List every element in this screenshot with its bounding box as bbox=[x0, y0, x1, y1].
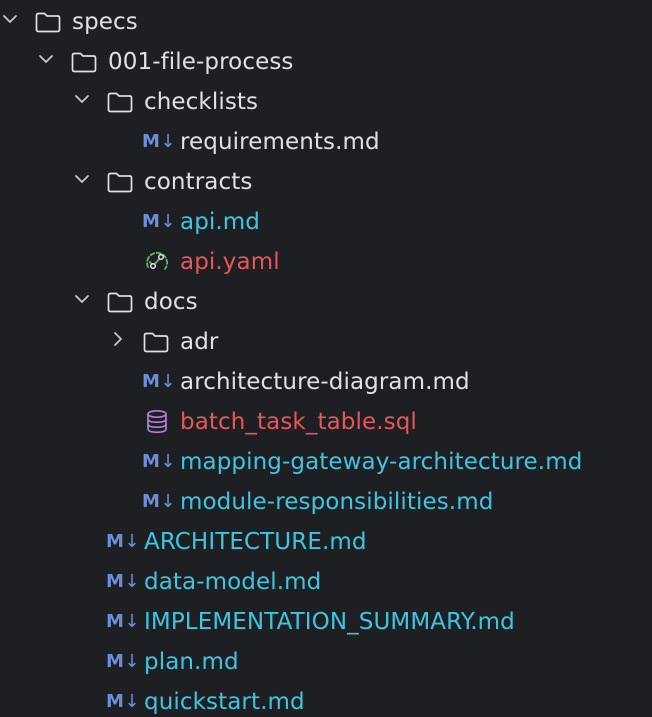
tree-row-docs[interactable]: docs bbox=[0, 282, 652, 322]
tree-item-label: docs bbox=[144, 289, 198, 315]
folder-icon bbox=[71, 52, 97, 73]
markdown-icon: M↓ bbox=[106, 691, 140, 712]
openapi-icon bbox=[146, 251, 168, 270]
tree-row-001-file-process[interactable]: 001-file-process bbox=[0, 42, 652, 82]
markdown-icon: M↓ bbox=[106, 571, 140, 592]
folder-icon bbox=[143, 332, 169, 353]
tree-row-quickstart-md[interactable]: M↓ quickstart.md bbox=[0, 682, 652, 717]
chevron-down-icon[interactable] bbox=[73, 90, 91, 108]
tree-row-architecture-md[interactable]: M↓ ARCHITECTURE.md bbox=[0, 522, 652, 562]
markdown-icon: M↓ bbox=[142, 451, 176, 472]
folder-icon bbox=[107, 172, 133, 193]
tree-item-label: plan.md bbox=[144, 649, 239, 675]
tree-item-label: 001-file-process bbox=[108, 49, 294, 75]
tree-row-batch-task-table-sql[interactable]: batch_task_table.sql bbox=[0, 402, 652, 442]
project-tree: specs 001-file-process checklists M↓ req… bbox=[0, 0, 652, 717]
tree-item-label: api.md bbox=[180, 209, 260, 235]
markdown-icon: M↓ bbox=[106, 651, 140, 672]
tree-row-architecture-diagram-md[interactable]: M↓ architecture-diagram.md bbox=[0, 362, 652, 402]
tree-row-checklists[interactable]: checklists bbox=[0, 82, 652, 122]
tree-item-label: adr bbox=[180, 329, 219, 355]
tree-row-api-yaml[interactable]: api.yaml bbox=[0, 242, 652, 282]
tree-item-label: contracts bbox=[144, 169, 253, 195]
tree-row-specs[interactable]: specs bbox=[0, 2, 652, 42]
tree-row-module-responsibilities-md[interactable]: M↓ module-responsibilities.md bbox=[0, 482, 652, 522]
tree-item-label: batch_task_table.sql bbox=[180, 409, 417, 435]
markdown-icon: M↓ bbox=[142, 491, 176, 512]
markdown-icon: M↓ bbox=[106, 611, 140, 632]
markdown-icon: M↓ bbox=[106, 531, 140, 552]
tree-item-label: ARCHITECTURE.md bbox=[144, 529, 367, 555]
tree-item-label: data-model.md bbox=[144, 569, 322, 595]
tree-item-label: api.yaml bbox=[180, 249, 280, 275]
tree-item-label: mapping-gateway-architecture.md bbox=[180, 449, 583, 475]
tree-row-plan-md[interactable]: M↓ plan.md bbox=[0, 642, 652, 682]
chevron-down-icon[interactable] bbox=[1, 10, 19, 28]
tree-item-label: module-responsibilities.md bbox=[180, 489, 494, 515]
chevron-down-icon[interactable] bbox=[37, 50, 55, 68]
tree-row-data-model-md[interactable]: M↓ data-model.md bbox=[0, 562, 652, 602]
tree-item-label: architecture-diagram.md bbox=[180, 369, 470, 395]
tree-row-api-md[interactable]: M↓ api.md bbox=[0, 202, 652, 242]
tree-item-label: specs bbox=[72, 9, 138, 35]
folder-icon bbox=[107, 92, 133, 113]
markdown-icon: M↓ bbox=[142, 131, 176, 152]
chevron-right-icon[interactable] bbox=[109, 330, 127, 348]
tree-item-label: quickstart.md bbox=[144, 689, 305, 715]
tree-item-label: requirements.md bbox=[180, 129, 380, 155]
database-icon bbox=[147, 409, 167, 434]
markdown-icon: M↓ bbox=[142, 371, 176, 392]
tree-item-label: checklists bbox=[144, 89, 259, 115]
tree-row-contracts[interactable]: contracts bbox=[0, 162, 652, 202]
tree-item-label: IMPLEMENTATION_SUMMARY.md bbox=[144, 609, 515, 635]
tree-row-adr[interactable]: adr bbox=[0, 322, 652, 362]
chevron-down-icon[interactable] bbox=[73, 170, 91, 188]
markdown-icon: M↓ bbox=[142, 211, 176, 232]
folder-icon bbox=[107, 292, 133, 313]
tree-row-requirements-md[interactable]: M↓ requirements.md bbox=[0, 122, 652, 162]
chevron-down-icon[interactable] bbox=[73, 290, 91, 308]
tree-row-mapping-gateway-architecture-md[interactable]: M↓ mapping-gateway-architecture.md bbox=[0, 442, 652, 482]
tree-row-implementation-summary-md[interactable]: M↓ IMPLEMENTATION_SUMMARY.md bbox=[0, 602, 652, 642]
folder-icon bbox=[35, 12, 61, 33]
